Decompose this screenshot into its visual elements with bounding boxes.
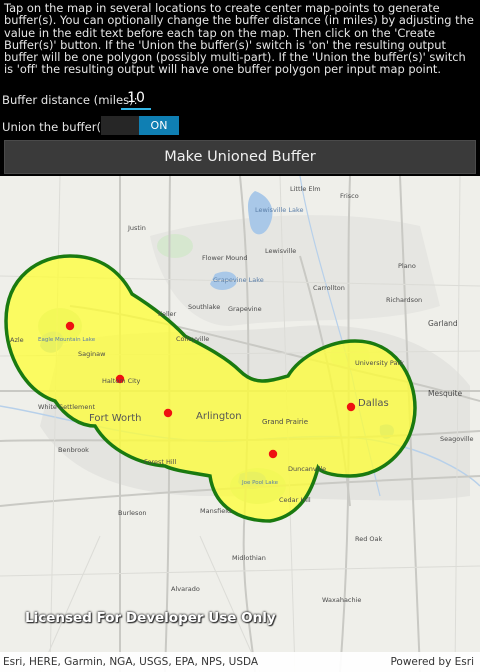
map-label: Colleyville — [176, 335, 210, 343]
attribution-text[interactable]: Esri, HERE, Garmin, NGA, USGS, EPA, NPS,… — [3, 652, 258, 672]
union-switch-thumb[interactable]: ON — [139, 116, 179, 135]
map-label: Midlothian — [232, 554, 266, 562]
basemap — [0, 176, 480, 672]
map-label: Joe Pool Lake — [242, 480, 279, 486]
buffer-center-point[interactable] — [268, 449, 278, 459]
map-label: Grapevine — [228, 305, 262, 313]
map-label: Red Oak — [355, 535, 383, 543]
map-label: Azle — [10, 336, 24, 344]
map-label: Haltom City — [102, 377, 141, 385]
map-label: Grand Prairie — [262, 418, 309, 426]
union-switch[interactable]: ON — [101, 116, 179, 135]
map-label: Burleson — [118, 509, 147, 517]
map-label: Plano — [398, 262, 416, 270]
buffer-center-point[interactable] — [163, 408, 173, 418]
map-label: Dallas — [358, 398, 389, 409]
map-view[interactable]: Little Elm Frisco Lewisville Lake Justin… — [0, 176, 480, 672]
map-label: Eagle Mountain Lake — [38, 337, 96, 343]
make-unioned-buffer-button[interactable]: Make Unioned Buffer — [4, 140, 476, 174]
powered-by-esri: Powered by Esri — [390, 656, 474, 668]
union-label: Union the buffer(s): — [2, 120, 116, 134]
map-label: Forest Hill — [144, 458, 177, 466]
map-label: Waxahachie — [322, 596, 362, 604]
map-label: Lewisville — [265, 247, 297, 255]
buffer-distance-input[interactable] — [121, 88, 151, 110]
map-label: Seagoville — [440, 435, 474, 443]
map-label: Flower Mound — [202, 254, 248, 262]
map-label: Alvarado — [171, 585, 200, 593]
map-label: University Park — [355, 359, 404, 367]
map-label: White Settlement — [38, 403, 95, 411]
map-label: Fort Worth — [89, 413, 142, 424]
map-label: Southlake — [188, 303, 221, 311]
map-label: Garland — [428, 319, 458, 328]
map-label: Mansfield — [200, 507, 232, 515]
buffer-distance-label: Buffer distance (miles): — [2, 93, 138, 107]
map-label: Richardson — [386, 296, 423, 304]
map-label: Carrollton — [313, 284, 345, 292]
developer-license-watermark: Licensed For Developer Use Only — [25, 610, 276, 626]
instructions-text: Tap on the map in several locations to c… — [4, 1, 474, 77]
buffer-center-point[interactable] — [346, 402, 356, 412]
map-label: Cedar Hill — [279, 496, 311, 504]
park-area — [157, 234, 193, 258]
map-label: Justin — [128, 224, 146, 232]
map-label: Grapevine Lake — [213, 276, 264, 284]
control-panel: Tap on the map in several locations to c… — [0, 0, 480, 176]
map-label: Lewisville Lake — [255, 206, 304, 214]
map-label: Mesquite — [428, 389, 463, 398]
map-label: Keller — [158, 310, 177, 318]
buffer-center-point[interactable] — [65, 321, 75, 331]
map-label: Duncanville — [288, 465, 327, 473]
map-label: Frisco — [340, 192, 359, 200]
map-attribution-bar: Esri, HERE, Garmin, NGA, USGS, EPA, NPS,… — [0, 652, 480, 672]
map-label: Arlington — [196, 411, 242, 422]
map-label: Saginaw — [78, 350, 106, 358]
map-label: Benbrook — [58, 446, 89, 454]
map-label: Little Elm — [290, 185, 321, 193]
